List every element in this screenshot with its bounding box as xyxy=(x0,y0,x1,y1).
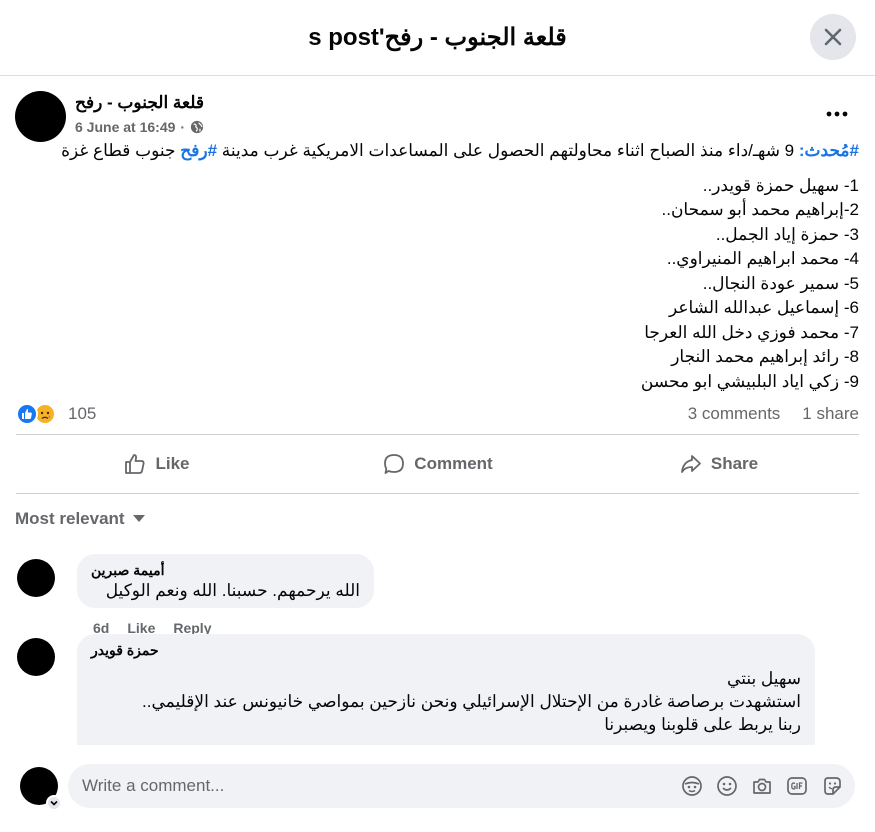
comment-author[interactable]: حمزة قويدر xyxy=(91,642,801,659)
post-stats: 105 3 comments 1 share xyxy=(16,394,859,434)
shares-count[interactable]: 1 share xyxy=(802,404,859,424)
comment: حمزة قويدر سهيل بنتي استشهدت برصاصة غادر… xyxy=(15,634,875,745)
list-item: 7- محمد فوزي دخل الله العرجا xyxy=(644,322,859,342)
gif-icon xyxy=(787,777,807,795)
list-item: 3- حمزة إياد الجمل.. xyxy=(715,224,859,244)
list-item: 8- رائد إبراهيم محمد النجار xyxy=(671,347,859,366)
hashtag-updated[interactable]: #مُحدث: xyxy=(799,141,859,160)
sticker-icon xyxy=(824,777,841,795)
emoji-button[interactable] xyxy=(716,775,738,797)
sort-label: Most relevant xyxy=(15,509,125,528)
like-button[interactable]: Like xyxy=(16,435,297,493)
comment-author[interactable]: أميمة صبرين xyxy=(91,562,360,579)
comment-composer: Write a comment... xyxy=(0,745,875,832)
commenter-avatar[interactable] xyxy=(17,638,55,676)
chevron-down-icon xyxy=(50,800,58,806)
close-button[interactable] xyxy=(810,14,856,60)
comment-sort-dropdown[interactable]: Most relevant xyxy=(15,504,859,534)
dialog-title: قلعة الجنوب - رفح's post xyxy=(308,24,567,51)
emoji-icon xyxy=(717,776,737,796)
more-options-button[interactable] xyxy=(825,107,849,119)
post-author[interactable]: قلعة الجنوب - رفح xyxy=(75,93,204,113)
profile-switch-button[interactable] xyxy=(46,795,62,811)
caret-down-icon xyxy=(132,515,145,522)
list-item: 6- إسماعيل عبدالله الشاعر xyxy=(668,298,859,317)
post-scroll-area[interactable]: قلعة الجنوب - رفح 6 June at 16:49 · #مُح… xyxy=(0,77,875,745)
comment-bubble: حمزة قويدر سهيل بنتي استشهدت برصاصة غادر… xyxy=(77,634,815,745)
dialog-header: قلعة الجنوب - رفح's post xyxy=(0,0,875,76)
comment-input[interactable]: Write a comment... xyxy=(68,764,855,808)
reaction-count[interactable]: 105 xyxy=(68,404,96,424)
share-button[interactable]: Share xyxy=(578,435,859,493)
comment-icon xyxy=(384,454,405,474)
camera-icon xyxy=(753,778,771,794)
comment: أميمة صبرين الله يرحمهم. حسبنا. الله ونع… xyxy=(15,542,875,638)
comment-text-line: ربنا يربط على قلوبنا ويصبرنا xyxy=(604,715,801,734)
comment-text: الله يرحمهم. حسبنا. الله ونعم الوكيل xyxy=(105,581,360,600)
avatar-sticker-button[interactable] xyxy=(681,775,703,797)
post-date[interactable]: 6 June at 16:49 xyxy=(75,119,175,135)
post-header: قلعة الجنوب - رفح 6 June at 16:49 · xyxy=(0,77,875,142)
list-item: 9- زكي اياد البلبيشي ابو محسن xyxy=(640,371,859,391)
post-intro: #مُحدث: 9 شهـ/داء منذ الصباح اثناء محاول… xyxy=(16,139,859,164)
comments-count[interactable]: 3 comments xyxy=(688,404,781,424)
comment-placeholder: Write a comment... xyxy=(82,776,225,795)
list-item: 2-إبراهيم محمد أبو سمحان.. xyxy=(661,200,860,219)
comment-text-line: سهيل بنتي xyxy=(727,669,801,688)
list-item: 5- سمير عودة النجال.. xyxy=(702,273,859,293)
like-reaction-icon xyxy=(16,403,38,425)
intro-tail: جنوب قطاع غزة xyxy=(61,141,181,160)
comment-label: Comment xyxy=(414,454,493,473)
post-actions: Like Comment Share xyxy=(16,434,859,494)
post-meta: 6 June at 16:49 · xyxy=(75,119,204,135)
list-item: 1- سهيل حمزة قويدر.. xyxy=(702,175,859,195)
composer-tools xyxy=(681,775,843,797)
intro-text: 9 شهـ/داء منذ الصباح اثناء محاولتهم الحص… xyxy=(217,141,799,160)
thumbs-up-icon xyxy=(125,454,145,474)
separator-dot: · xyxy=(180,119,186,135)
comment-bubble: أميمة صبرين الله يرحمهم. حسبنا. الله ونع… xyxy=(77,554,374,608)
comment-text-line: استشهدت برصاصة غادرة من الإحتلال الإسرائ… xyxy=(142,692,801,711)
like-label: Like xyxy=(155,454,190,473)
reaction-icons[interactable] xyxy=(16,403,56,425)
post-dialog: قلعة الجنوب - رفح's post قلعة الجنوب - ر… xyxy=(0,0,875,832)
page-avatar[interactable] xyxy=(15,91,66,142)
stats-right: 3 comments 1 share xyxy=(688,404,859,424)
close-icon xyxy=(824,28,842,46)
comment-button[interactable]: Comment xyxy=(297,435,578,493)
avatar-sticker-icon xyxy=(682,776,702,796)
more-dots-icon xyxy=(826,111,848,117)
photo-button[interactable] xyxy=(751,775,773,797)
share-label: Share xyxy=(710,454,759,473)
list-item: 4- محمد ابراهيم المنيراوي.. xyxy=(666,249,859,268)
gif-button[interactable] xyxy=(786,775,808,797)
globe-icon[interactable] xyxy=(190,120,204,134)
commenter-avatar[interactable] xyxy=(17,559,55,597)
share-icon xyxy=(680,455,701,473)
sticker-button[interactable] xyxy=(821,775,843,797)
post-body: #مُحدث: 9 شهـ/داء منذ الصباح اثناء محاول… xyxy=(0,139,875,394)
hashtag-rafah[interactable]: #رفح xyxy=(180,141,217,160)
